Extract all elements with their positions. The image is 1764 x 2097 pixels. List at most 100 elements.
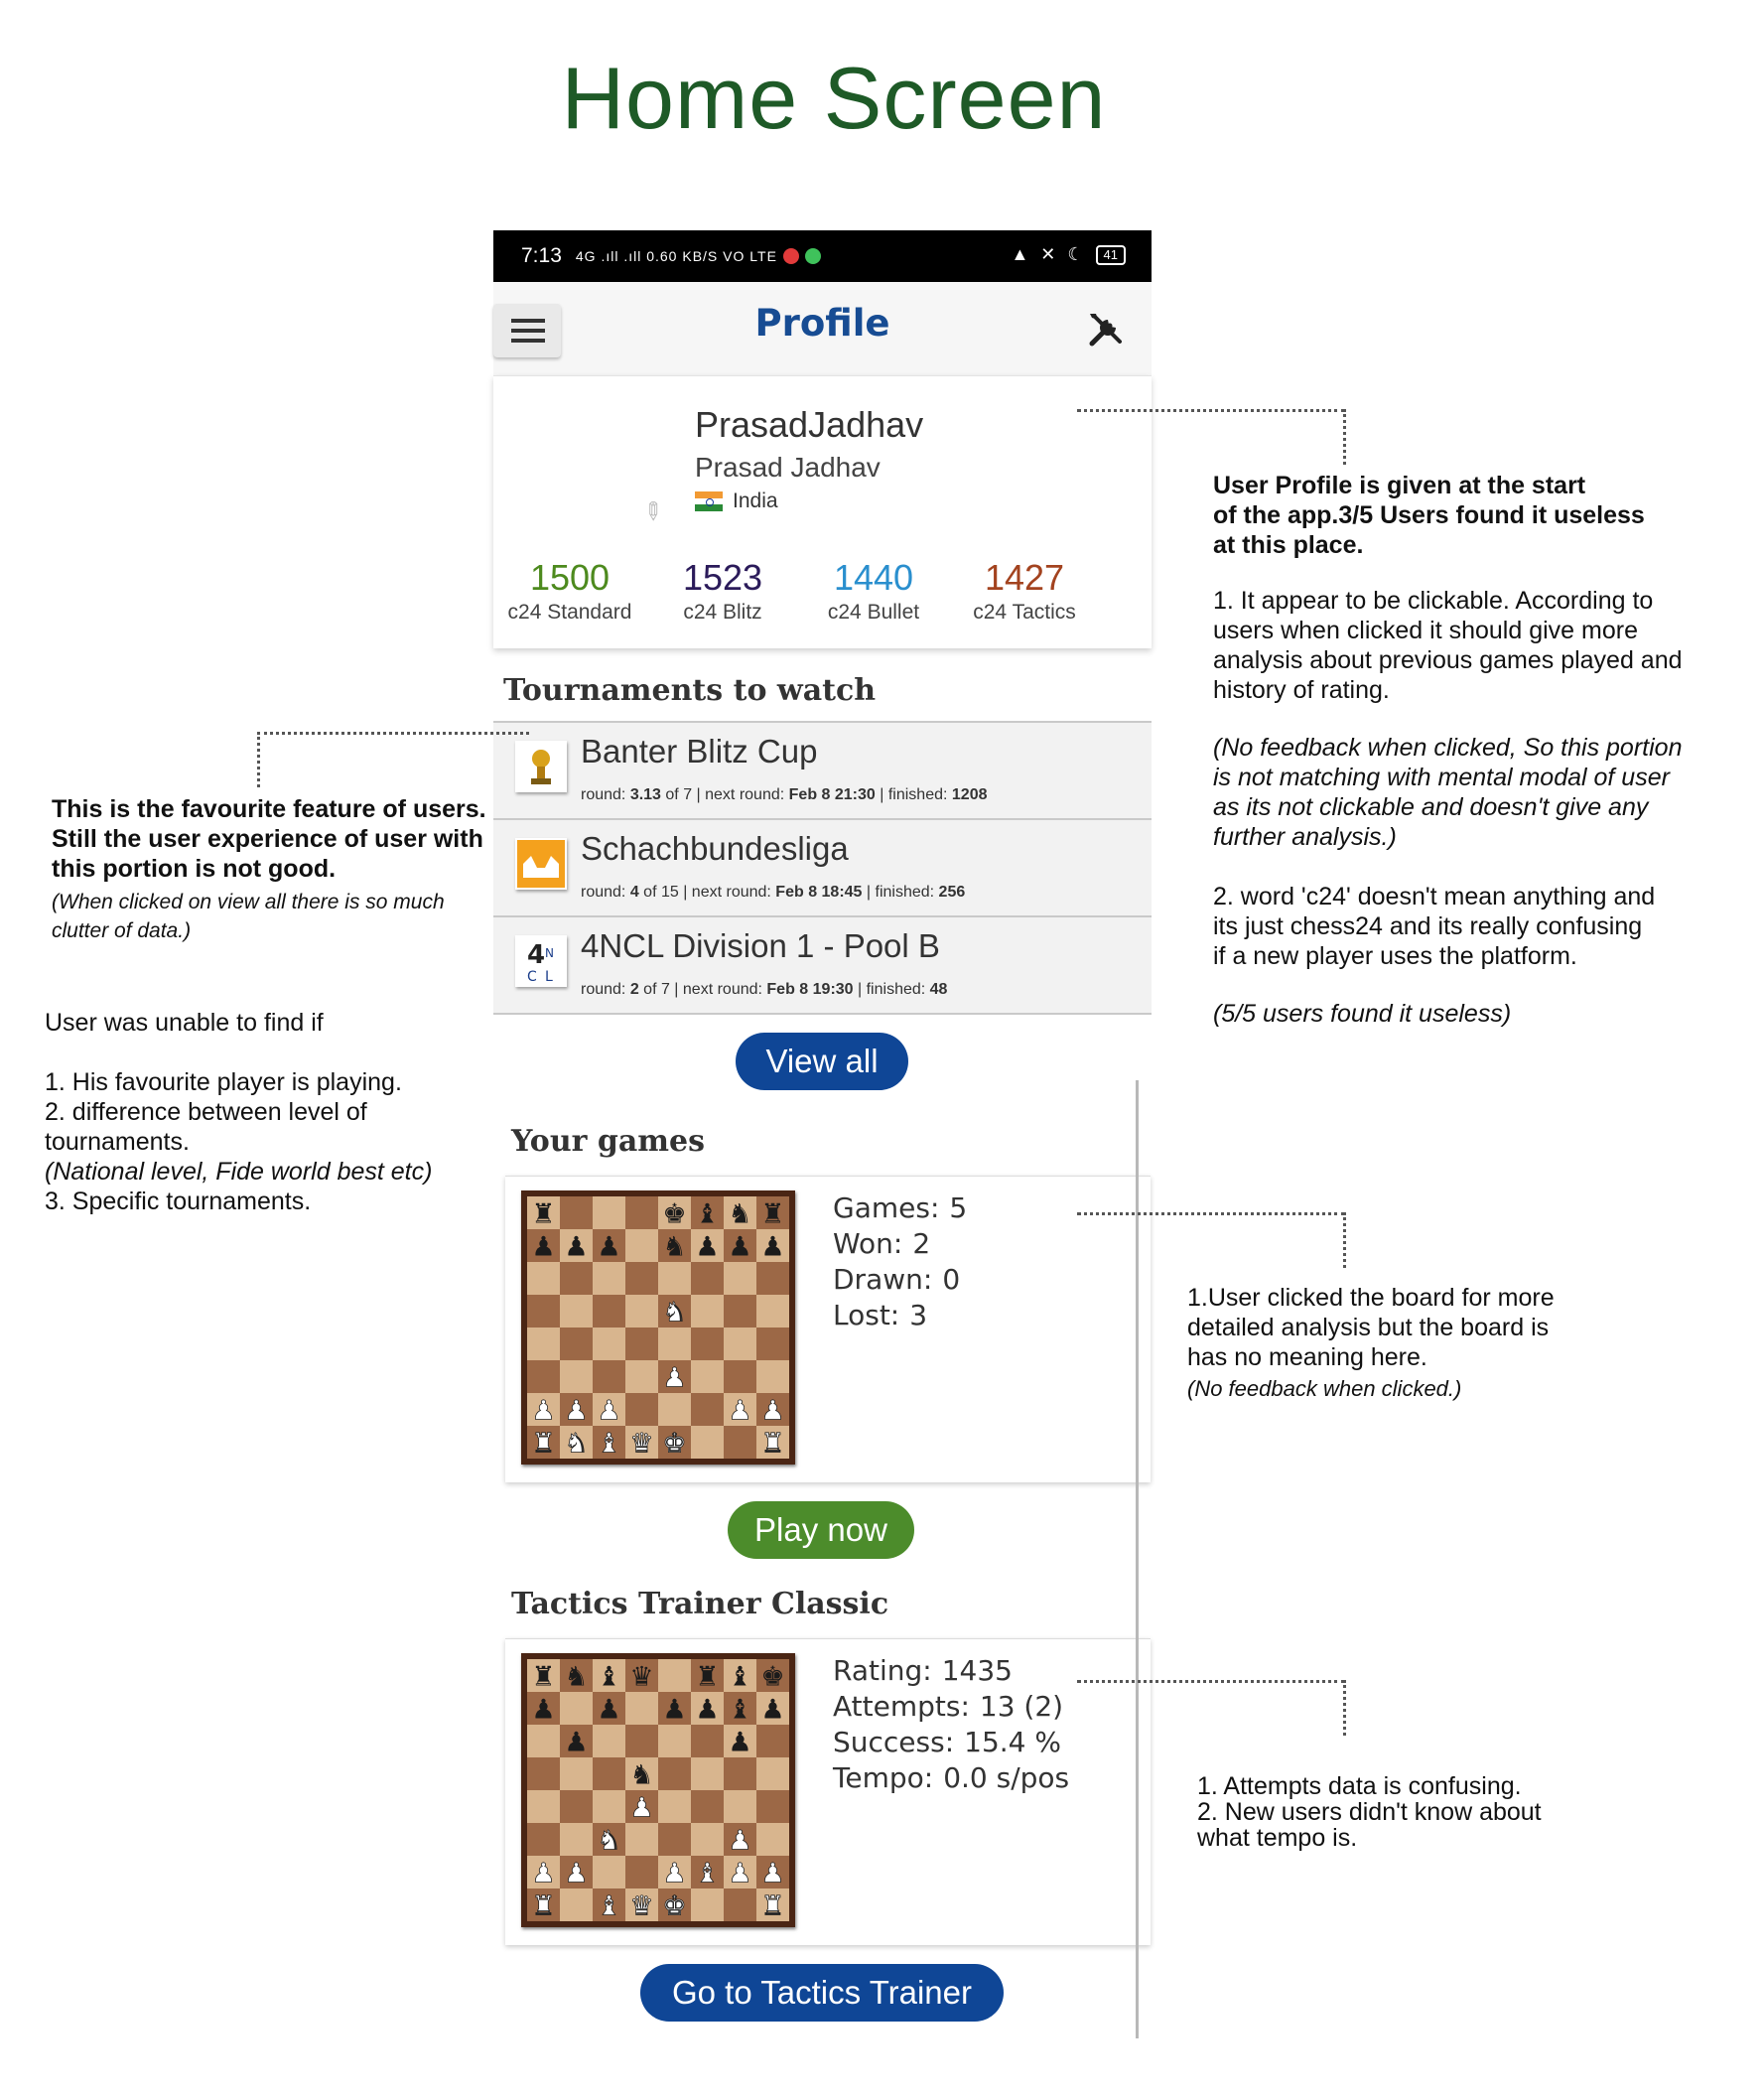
board-square: [527, 1328, 560, 1360]
board-square: [756, 1262, 789, 1295]
tactics-stats: Rating: 1435 Attempts: 13 (2) Success: 15.4…: [833, 1653, 1069, 1796]
board-square: [593, 1757, 625, 1790]
connector-line: [1077, 1212, 1345, 1215]
connector-line: [1343, 1212, 1346, 1268]
chess-piece-icon: ♝: [597, 1428, 620, 1459]
rating-tactics: 1427 c24 Tactics: [950, 557, 1099, 625]
view-all-button[interactable]: View all: [736, 1033, 908, 1090]
board-square: [724, 1328, 756, 1360]
chess-board[interactable]: ♜ ♞ ♝ ♛ ♜ ♝ ♚ ♟ ♟ ♟ ♟ ♝ ♟ ♟ ♟ ♞ ♟ ♞ ♟ ♟ ♟ ♟ ♝ ♟ ♟ ♜ ♝ ♛ ♚ ♜: [521, 1653, 795, 1927]
chess-piece-icon: ♚: [662, 1890, 686, 1921]
board-square: [724, 1360, 756, 1393]
phone-screenshot: 7:13 4G .ıll .ıll 0.60 KB/S VO LTE ▲ ✕ ☾…: [493, 230, 1152, 2047]
chess-piece-icon: ♞: [662, 1297, 686, 1328]
tournament-name: Banter Blitz Cup: [581, 733, 818, 769]
profile-annotation-point-1: 1. It appear to be clickable. According …: [1213, 587, 1683, 704]
board-square: [625, 1823, 658, 1856]
connector-line: [1077, 1680, 1345, 1683]
tournament-item[interactable]: Banter Blitz Cup round: 3.13 of 7 | next…: [493, 721, 1152, 818]
tournaments-find-heading: User was unable to find if: [45, 1009, 324, 1037]
chess-piece-icon: ♟: [728, 1825, 751, 1856]
chess-piece-icon: ♞: [629, 1759, 653, 1790]
chess-piece-icon: ♟: [728, 1231, 751, 1262]
chess-piece-icon: ♜: [760, 1428, 784, 1459]
games-annotation-note: (No feedback when clicked.): [1187, 1376, 1462, 1401]
board-square: [756, 1790, 789, 1823]
board-square: [625, 1393, 658, 1426]
chess-piece-icon: ♟: [760, 1395, 784, 1426]
board-square: [560, 1757, 593, 1790]
board-square: [658, 1725, 691, 1757]
board-square: [527, 1725, 560, 1757]
rating-label: c24 Tactics: [973, 601, 1076, 624]
chess-piece-icon: ♟: [531, 1858, 555, 1888]
notification-app-icon: [804, 248, 821, 264]
chess-piece-icon: ♟: [531, 1694, 555, 1725]
rating-value: 1523: [682, 557, 763, 598]
your-games-card: ♜ ♚ ♝ ♞ ♜ ♟ ♟ ♟ ♞ ♟ ♟ ♟ ♞ ♟ ♟ ♟ ♟ ♟ ♟ ♜ ♞ ♝ ♛ ♚ ♜ Games: 5 Won: 2 …: [505, 1176, 1151, 1482]
chess-piece-icon: ♟: [728, 1858, 751, 1888]
chess-board[interactable]: ♜ ♚ ♝ ♞ ♜ ♟ ♟ ♟ ♞ ♟ ♟ ♟ ♞ ♟ ♟ ♟ ♟ ♟ ♟ ♜ ♞ ♝ ♛ ♚ ♜: [521, 1190, 795, 1465]
board-square: [691, 1360, 724, 1393]
chess-piece-icon: ♟: [629, 1792, 653, 1823]
moon-icon: ☾: [1067, 244, 1084, 264]
board-square: [560, 1823, 593, 1856]
chess-piece-icon: ♟: [662, 1858, 686, 1888]
chess-piece-icon: ♜: [531, 1428, 555, 1459]
board-square: [593, 1790, 625, 1823]
go-to-tactics-trainer-button[interactable]: Go to Tactics Trainer: [640, 1964, 1004, 2022]
chess-piece-icon: ♜: [760, 1198, 784, 1229]
tournament-item[interactable]: Schachbundesliga round: 4 of 15 | next r…: [493, 818, 1152, 915]
chess-piece-icon: ♟: [695, 1694, 719, 1725]
board-square: [560, 1790, 593, 1823]
bundesliga-logo-icon: [515, 838, 567, 890]
chess-piece-icon: ♟: [564, 1395, 588, 1426]
board-square: [625, 1229, 658, 1262]
board-square: [658, 1262, 691, 1295]
chess-piece-icon: ♞: [728, 1198, 751, 1229]
stat-row: Rating: 1435: [833, 1654, 1013, 1687]
app-bar: Profile: [493, 282, 1152, 375]
edit-pencil-icon[interactable]: ✎: [635, 494, 670, 529]
board-square: [527, 1790, 560, 1823]
board-square: [756, 1823, 789, 1856]
board-square: [625, 1196, 658, 1229]
board-square: [625, 1262, 658, 1295]
board-square: [593, 1328, 625, 1360]
chess-piece-icon: ♟: [662, 1362, 686, 1393]
board-square: [691, 1426, 724, 1459]
board-square: [593, 1360, 625, 1393]
tournament-item[interactable]: 4NCL 4NCL Division 1 - Pool B round: 2 o…: [493, 915, 1152, 1015]
board-square: [560, 1692, 593, 1725]
board-square: [724, 1757, 756, 1790]
chess-piece-icon: ♛: [629, 1661, 653, 1692]
tournaments-find-list: 1. His favourite player is playing. 2. d…: [45, 1068, 433, 1215]
profile-country: India: [695, 489, 778, 513]
chess-piece-icon: ♝: [728, 1694, 751, 1725]
chess-piece-icon: ♝: [597, 1890, 620, 1921]
tournaments-heading: Tournaments to watch: [503, 673, 877, 708]
chess-piece-icon: ♝: [695, 1858, 719, 1888]
chess-piece-icon: ♟: [728, 1727, 751, 1757]
chess-piece-icon: ♞: [597, 1825, 620, 1856]
trophy-icon: [515, 741, 567, 792]
rating-value: 1440: [833, 557, 914, 598]
stat-row: Attempts: 13 (2): [833, 1690, 1064, 1723]
play-now-button[interactable]: Play now: [728, 1501, 914, 1559]
chess-piece-icon: ♟: [760, 1231, 784, 1262]
board-square: [560, 1262, 593, 1295]
board-square: [560, 1328, 593, 1360]
games-stats: Games: 5 Won: 2 Drawn: 0 Lost: 3: [833, 1190, 967, 1333]
tools-icon[interactable]: [1086, 310, 1126, 350]
profile-card[interactable]: ✎ PrasadJadhav Prasad Jadhav India 1500 …: [493, 375, 1152, 648]
chess-piece-icon: ♟: [760, 1694, 784, 1725]
stat-row: Drawn: 0: [833, 1263, 961, 1296]
chess-piece-icon: ♜: [531, 1661, 555, 1692]
board-square: [527, 1823, 560, 1856]
chess-piece-icon: ♝: [597, 1661, 620, 1692]
tournaments-annotation-note: (When clicked on view all there is so mu…: [52, 891, 445, 942]
profile-username: PrasadJadhav: [695, 404, 924, 445]
chess-piece-icon: ♟: [695, 1231, 719, 1262]
board-square: [658, 1790, 691, 1823]
profile-annotation-note-1: (No feedback when clicked, So this porti…: [1213, 734, 1683, 851]
